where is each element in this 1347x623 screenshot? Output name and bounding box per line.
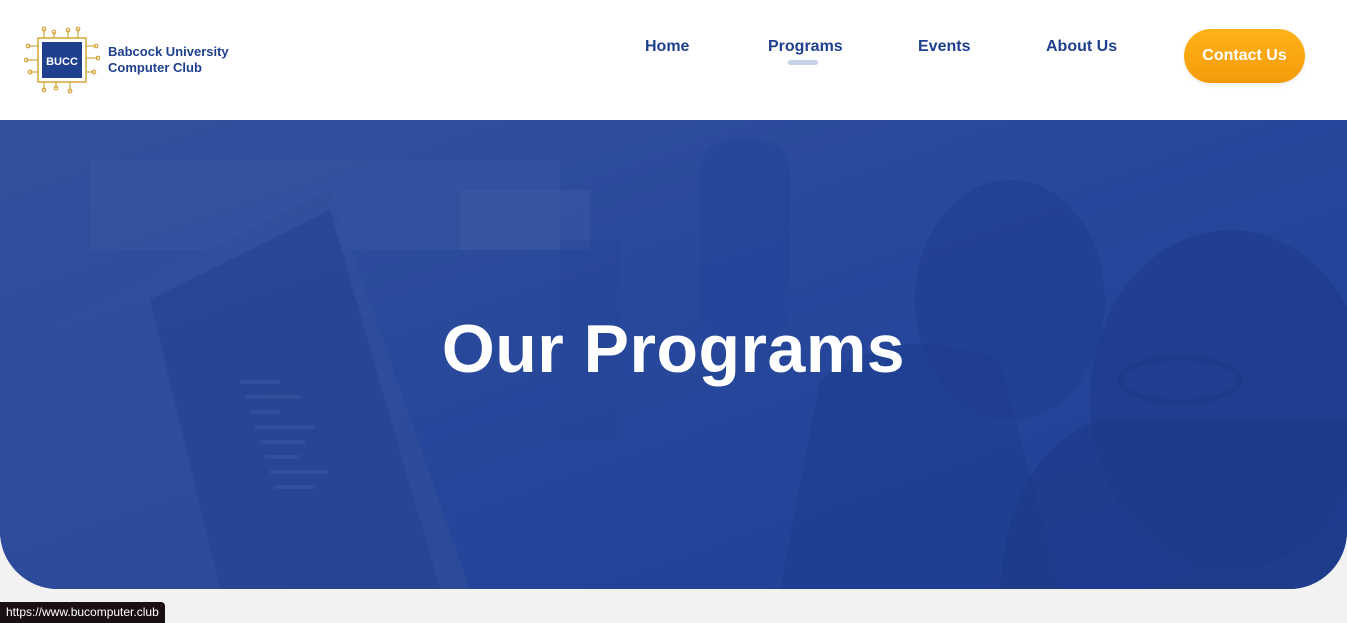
contact-us-button[interactable]: Contact Us bbox=[1184, 29, 1305, 83]
nav-item-about-us[interactable]: About Us bbox=[1046, 38, 1117, 56]
status-bar-url: https://www.bucomputer.club bbox=[0, 602, 165, 623]
main-nav: Home Programs Events About Us bbox=[0, 38, 1347, 78]
page: BUCC Babcock University Computer Club Ho… bbox=[0, 0, 1347, 623]
nav-item-programs-label: Programs bbox=[768, 38, 843, 55]
nav-item-home[interactable]: Home bbox=[645, 38, 689, 56]
active-nav-indicator bbox=[788, 60, 818, 65]
nav-item-events[interactable]: Events bbox=[918, 38, 970, 56]
site-header: BUCC Babcock University Computer Club Ho… bbox=[0, 0, 1347, 120]
hero-banner: Our Programs bbox=[0, 120, 1347, 589]
nav-item-programs[interactable]: Programs bbox=[768, 38, 843, 65]
page-title: Our Programs bbox=[441, 311, 906, 387]
